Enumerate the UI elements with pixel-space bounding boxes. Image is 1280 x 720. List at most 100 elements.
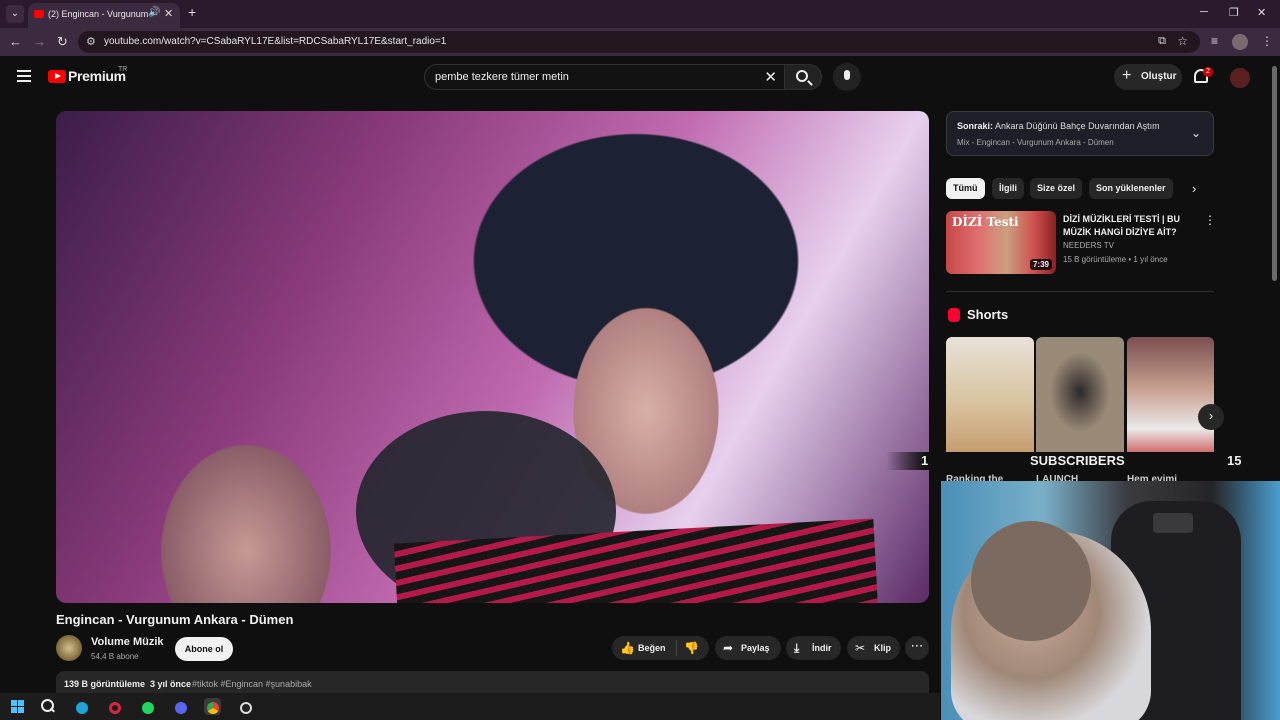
recommended-thumbnail[interactable]: DİZİ Testi 7:39 xyxy=(946,211,1056,274)
youtube-logo-icon[interactable] xyxy=(48,70,66,83)
download-button[interactable]: ⤓ İndir xyxy=(786,636,841,660)
search-query: pembe tezkere tümer metin xyxy=(435,71,569,83)
scissors-icon: ✂ xyxy=(855,641,866,655)
chip-for-you[interactable]: Size özel xyxy=(1030,178,1083,199)
tab-close-icon[interactable]: ✕ xyxy=(164,7,173,20)
search-icon xyxy=(796,70,808,82)
youtube-masthead: Premium TR pembe tezkere tümer metin ✕ +… xyxy=(0,56,1280,100)
reload-icon[interactable]: ↻ xyxy=(57,34,68,50)
recommended-meta: 15 B görüntüleme • 1 yıl önce xyxy=(1063,255,1168,264)
view-count-and-age: 139 B görüntüleme 3 yıl önce xyxy=(64,679,191,689)
short-thumbnail[interactable] xyxy=(946,337,1034,468)
recommended-title[interactable]: DİZİ MÜZİKLERİ TESTİ | BU MÜZİK HANGİ Dİ… xyxy=(1063,213,1193,239)
clip-button[interactable]: ✂ Klip xyxy=(847,636,900,660)
chip-all[interactable]: Tümü xyxy=(946,178,985,199)
speaker-icon[interactable]: 🔊 xyxy=(148,7,160,18)
notification-badge: 2 xyxy=(1203,67,1213,77)
chevron-right-icon[interactable]: › xyxy=(1192,181,1196,196)
forward-arrow-icon[interactable]: → xyxy=(33,34,46,49)
up-next-prefix: Sonraki: xyxy=(957,121,994,131)
subscriber-count: 54,4 B abone xyxy=(91,652,139,661)
overlay-subscribers-label: SUBSCRIBERS xyxy=(1030,453,1125,468)
chrome-menu-icon[interactable]: ⋮ xyxy=(1261,34,1273,48)
upload-age: 3 yıl önce xyxy=(150,679,192,689)
playlist-name: Mix - Engincan - Vurgunum Ankara - Dümen xyxy=(957,138,1114,147)
reading-list-icon[interactable]: ≡ xyxy=(1211,34,1218,48)
browser-tab-strip: ⌄ (2) Engincan - Vurgunum Ankara - Dümen… xyxy=(0,0,1280,28)
search-button[interactable] xyxy=(784,64,822,90)
duration-badge: 7:39 xyxy=(1029,259,1052,270)
minimize-icon[interactable]: ─ xyxy=(1200,6,1208,18)
up-next-title: Ankara Düğünü Bahçe Duvarından Aştım xyxy=(995,121,1160,131)
hamburger-menu-icon[interactable] xyxy=(17,70,31,82)
voice-search-mic-icon[interactable] xyxy=(833,63,861,91)
download-label: İndir xyxy=(812,643,832,653)
windows-taskbar xyxy=(0,693,940,720)
thumbs-up-icon[interactable]: 👍 xyxy=(620,641,635,655)
edge-icon[interactable] xyxy=(73,698,90,715)
tab-search-menu[interactable]: ⌄ xyxy=(6,5,24,23)
shorts-logo-icon xyxy=(948,308,960,322)
profile-avatar-icon[interactable] xyxy=(1232,34,1248,50)
tab-title: (2) Engincan - Vurgunum Ankara - Dümen xyxy=(48,9,148,19)
back-arrow-icon[interactable]: ← xyxy=(9,34,22,49)
subscribe-button[interactable]: Abone ol xyxy=(175,637,233,661)
share-button[interactable]: ➦ Paylaş xyxy=(715,636,781,660)
overlay-number-right: 15 xyxy=(1227,453,1242,468)
install-app-icon[interactable]: ⧉ xyxy=(1158,35,1166,48)
thumbs-down-icon[interactable]: 👎 xyxy=(684,641,699,655)
window-close-icon[interactable]: ✕ xyxy=(1257,6,1266,19)
like-button[interactable]: Beğen xyxy=(638,643,666,653)
short-thumbnail[interactable] xyxy=(1036,337,1124,468)
streamer-hair xyxy=(971,521,1091,641)
create-button[interactable]: + Oluştur xyxy=(1114,64,1182,90)
view-count: 139 B görüntüleme xyxy=(64,679,146,689)
region-code: TR xyxy=(118,66,128,73)
download-icon: ⤓ xyxy=(794,641,800,655)
channel-name[interactable]: Volume Müzik xyxy=(91,636,164,648)
kebab-menu-icon[interactable]: ⋮ xyxy=(1204,213,1216,227)
hashtags[interactable]: #tiktok #Engincan #şunabibak xyxy=(192,679,312,689)
create-label: Oluştur xyxy=(1141,71,1177,82)
new-tab-button[interactable]: + xyxy=(188,4,196,20)
discord-icon[interactable] xyxy=(172,698,189,715)
bookmark-star-icon[interactable]: ☆ xyxy=(1177,34,1188,48)
browser-toolbar: ← → ↻ ⚙ youtube.com/watch?v=CSabaRYL17E&… xyxy=(0,28,1280,56)
video-title: Engincan - Vurgunum Ankara - Dümen xyxy=(56,612,294,627)
plus-icon: + xyxy=(1122,67,1132,84)
chrome-icon[interactable] xyxy=(204,698,221,715)
chevron-down-icon[interactable]: ⌄ xyxy=(1191,126,1201,140)
video-player[interactable] xyxy=(56,111,929,603)
more-actions-icon[interactable]: ⋯ xyxy=(905,636,929,660)
account-avatar[interactable] xyxy=(1230,68,1250,88)
like-dislike-group: 👍 Beğen 👎 xyxy=(612,636,709,660)
address-bar[interactable]: ⚙ youtube.com/watch?v=CSabaRYL17E&list=R… xyxy=(78,31,1200,53)
channel-avatar[interactable] xyxy=(56,635,82,661)
share-label: Paylaş xyxy=(741,643,770,653)
taskbar-search-icon[interactable] xyxy=(39,698,56,715)
chip-related[interactable]: İlgili xyxy=(992,178,1024,199)
thumbnail-text: DİZİ Testi xyxy=(952,215,1019,229)
like-divider xyxy=(676,640,677,656)
windows-start-icon[interactable] xyxy=(9,698,26,715)
recommended-channel[interactable]: NEEDERS TV xyxy=(1063,241,1114,250)
up-next-playlist-panel[interactable]: Sonraki: Ankara Düğünü Bahçe Duvarından … xyxy=(946,111,1214,156)
browser-tab[interactable]: (2) Engincan - Vurgunum Ankara - Dümen 🔊… xyxy=(28,3,180,28)
overlay-number-left: 1 xyxy=(921,453,929,468)
clear-search-icon[interactable]: ✕ xyxy=(764,68,777,86)
short-thumbnail[interactable] xyxy=(1127,337,1214,468)
youtube-favicon-icon xyxy=(34,10,44,18)
shorts-heading: Shorts xyxy=(967,307,1009,322)
opera-icon[interactable] xyxy=(106,698,123,715)
chip-recently-uploaded[interactable]: Son yüklenenler xyxy=(1089,178,1173,199)
shorts-next-arrow-icon[interactable]: › xyxy=(1198,404,1224,430)
spotify-icon[interactable] xyxy=(139,698,156,715)
scrollbar-thumb[interactable] xyxy=(1272,66,1277,281)
obs-icon[interactable] xyxy=(237,698,254,715)
divider xyxy=(946,291,1214,292)
restore-icon[interactable]: ❐ xyxy=(1229,6,1239,19)
share-arrow-icon: ➦ xyxy=(723,641,734,655)
clip-label: Klip xyxy=(874,643,891,653)
site-info-icon[interactable]: ⚙ xyxy=(86,35,96,48)
search-input[interactable]: pembe tezkere tümer metin ✕ xyxy=(424,64,786,90)
